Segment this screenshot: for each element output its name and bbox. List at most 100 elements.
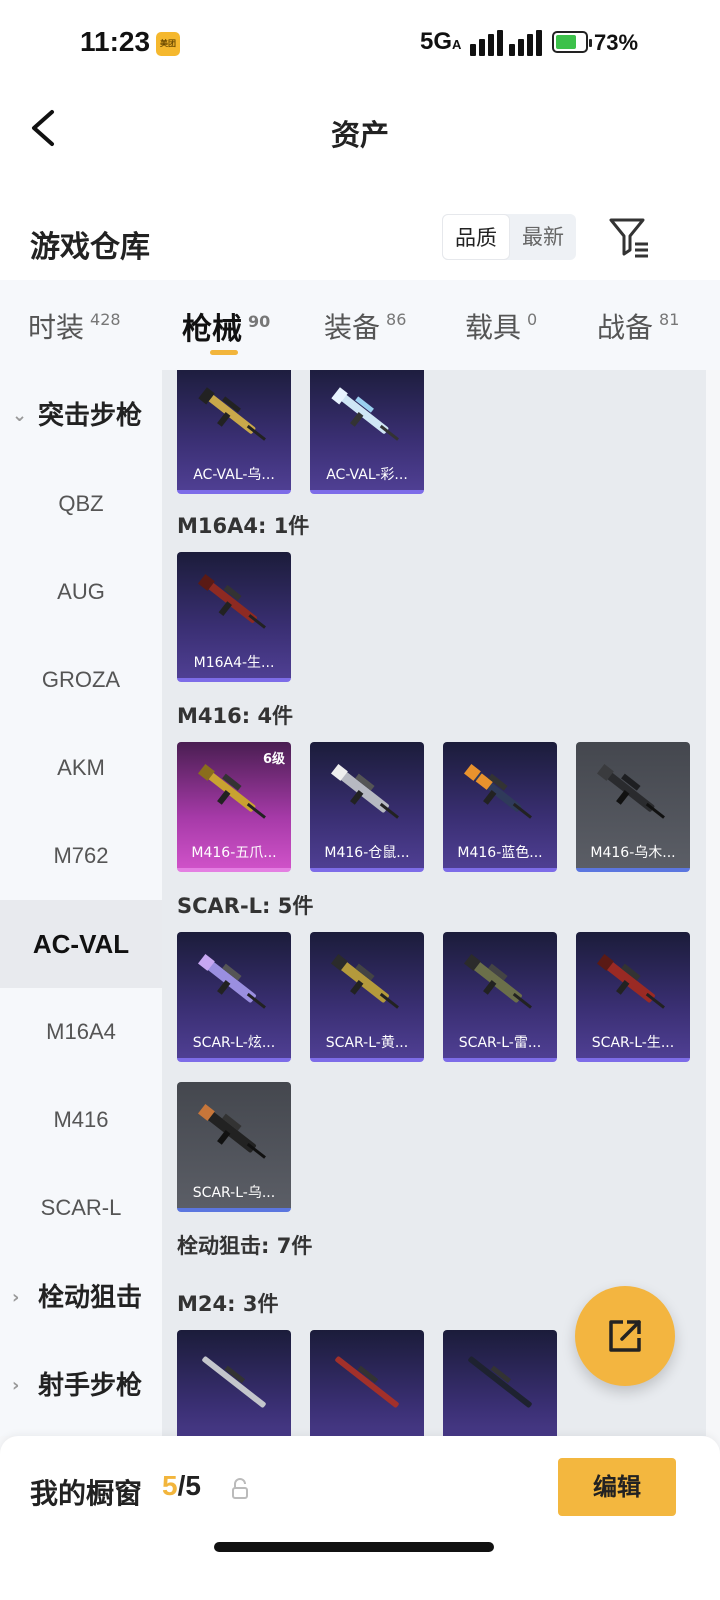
weapon-card[interactable]: SCAR-L-雷...: [443, 932, 557, 1062]
weapon-type-sidebar: ⌄ 突击步枪 QBZ AUG GROZA AKM M762 AC-VAL M16A…: [0, 370, 162, 1436]
warehouse-header: 游戏仓库 品质 最新: [0, 180, 720, 280]
weapon-card[interactable]: 6级 M416-五爪...: [177, 742, 291, 872]
rifle-icon: [197, 574, 266, 629]
showcase-title: 我的橱窗: [30, 1477, 143, 1510]
showcase-total: 5: [185, 1470, 201, 1501]
weapon-card[interactable]: AC-VAL-彩...: [310, 370, 424, 494]
weapon-name: M416-乌木...: [590, 845, 676, 861]
sidebar-item-qbz[interactable]: QBZ: [0, 460, 162, 548]
weapon-card[interactable]: M416-乌木...: [576, 742, 690, 872]
rifle-icon: [198, 387, 266, 441]
weapon-card[interactable]: [443, 1330, 557, 1436]
share-icon: [609, 1320, 641, 1352]
tab-label: 时装: [28, 311, 85, 344]
tab-equipment[interactable]: 装备 86: [324, 306, 406, 346]
sidebar-item-groza[interactable]: GROZA: [0, 636, 162, 724]
sidebar-group-assault-rifles[interactable]: ⌄ 突击步枪: [0, 372, 162, 460]
weapon-card[interactable]: SCAR-L-炫...: [177, 932, 291, 1062]
rifle-icon: [197, 764, 266, 819]
share-button[interactable]: [575, 1286, 675, 1386]
tab-firearms[interactable]: 枪械 90: [182, 304, 270, 348]
status-time: 11:23: [80, 26, 151, 57]
section-label: M24: 3件: [177, 1292, 279, 1316]
tab-label: 枪械: [182, 312, 242, 347]
rifle-icon: [197, 1104, 266, 1159]
weapon-name: AC-VAL-彩...: [326, 467, 408, 483]
sidebar-item-aug[interactable]: AUG: [0, 548, 162, 636]
status-bar: 11:23 美团 5GA 73%: [0, 0, 720, 90]
rifle-icon: [596, 764, 665, 819]
tab-vehicles[interactable]: 载具 0: [465, 306, 537, 346]
tab-fashion[interactable]: 时装 428: [28, 306, 121, 346]
weapon-card[interactable]: [310, 1330, 424, 1436]
sidebar-item-label: 射手步枪: [38, 1371, 143, 1401]
network-sub: A: [452, 37, 462, 52]
weapon-card[interactable]: AC-VAL-乌...: [177, 370, 291, 494]
network-indicator: 5GA: [420, 28, 461, 56]
section-label: SCAR-L: 5件: [177, 894, 314, 918]
weapon-card[interactable]: SCAR-L-乌...: [177, 1082, 291, 1212]
chevron-down-icon: ⌄: [12, 405, 28, 426]
navigation-bar: 资产: [0, 90, 720, 180]
weapon-name: M416-蓝色...: [457, 845, 543, 861]
sort-by-newest-button[interactable]: 最新: [510, 214, 576, 260]
sidebar-item-ac-val[interactable]: AC-VAL: [0, 900, 162, 988]
weapon-card[interactable]: [177, 1330, 291, 1436]
sidebar-group-bolt-action-snipers[interactable]: › 栓动狙击: [0, 1254, 162, 1342]
sniper-rifle-icon: [335, 1356, 399, 1408]
tab-count: 81: [659, 310, 680, 329]
tab-count: 86: [386, 310, 407, 329]
sidebar-item-m416[interactable]: M416: [0, 1076, 162, 1164]
weapon-name: SCAR-L-生...: [591, 1035, 675, 1051]
meituan-app-icon: 美团: [156, 32, 180, 56]
sidebar-item-m16a4[interactable]: M16A4: [0, 988, 162, 1076]
page-title: 资产: [330, 118, 389, 152]
weapon-name: M416-仓鼠...: [324, 845, 410, 861]
section-label: 栓动狙击: 7件: [177, 1234, 313, 1258]
signal-icon: [470, 30, 542, 56]
tab-label: 装备: [324, 311, 381, 344]
rifle-icon: [463, 954, 532, 1009]
showcase-count: 5/5: [162, 1470, 201, 1502]
weapon-card[interactable]: M416-仓鼠...: [310, 742, 424, 872]
network-type: 5G: [420, 28, 453, 55]
sidebar-item-scar-l[interactable]: SCAR-L: [0, 1164, 162, 1252]
sidebar-item-m762[interactable]: M762: [0, 812, 162, 900]
rifle-icon: [330, 954, 399, 1009]
rifle-icon: [596, 954, 665, 1009]
weapon-name: SCAR-L-黄...: [325, 1035, 409, 1051]
chevron-right-icon: ›: [12, 1375, 20, 1396]
category-tabs: 时装 428 枪械 90 装备 86 载具 0 战备 81: [0, 280, 720, 370]
lock-icon: [232, 1478, 248, 1499]
chevron-right-icon: ›: [12, 1287, 20, 1308]
rifle-icon: [330, 764, 399, 819]
tab-label: 战备: [597, 311, 654, 344]
filter-icon[interactable]: [608, 216, 650, 258]
weapon-card[interactable]: SCAR-L-生...: [576, 932, 690, 1062]
home-indicator[interactable]: [214, 1542, 494, 1552]
tab-label: 载具: [465, 311, 522, 344]
showcase-bar: 我的橱窗 5/5 编辑: [0, 1436, 720, 1600]
sort-by-quality-button[interactable]: 品质: [442, 214, 510, 260]
weapon-name: AC-VAL-乌...: [193, 467, 275, 483]
weapon-grid: AC-VAL-乌... AC-VAL-彩... M16A4: 1件 M16A4-…: [162, 370, 706, 1436]
warehouse-title: 游戏仓库: [30, 230, 150, 265]
weapon-name: M416-五爪...: [191, 845, 277, 861]
sidebar-group-marksman-rifles[interactable]: › 射手步枪: [0, 1342, 162, 1430]
tab-count: 90: [248, 312, 271, 331]
sidebar-item-label: 栓动狙击: [38, 1283, 143, 1313]
weapon-card[interactable]: M16A4-生...: [177, 552, 291, 682]
rifle-icon: [463, 764, 532, 819]
weapon-card[interactable]: SCAR-L-黄...: [310, 932, 424, 1062]
sort-toggle: 品质 最新: [442, 214, 576, 260]
weapon-card[interactable]: M416-蓝色...: [443, 742, 557, 872]
edit-button[interactable]: 编辑: [558, 1458, 676, 1516]
weapon-name: M16A4-生...: [193, 655, 275, 671]
sidebar-item-label: 突击步枪: [38, 401, 143, 431]
showcase-current: 5: [162, 1470, 178, 1501]
weapon-name: SCAR-L-炫...: [192, 1035, 276, 1051]
weapon-name: SCAR-L-雷...: [458, 1035, 542, 1051]
sidebar-item-akm[interactable]: AKM: [0, 724, 162, 812]
tab-count: 428: [90, 310, 121, 329]
tab-supplies[interactable]: 战备 81: [597, 306, 679, 346]
